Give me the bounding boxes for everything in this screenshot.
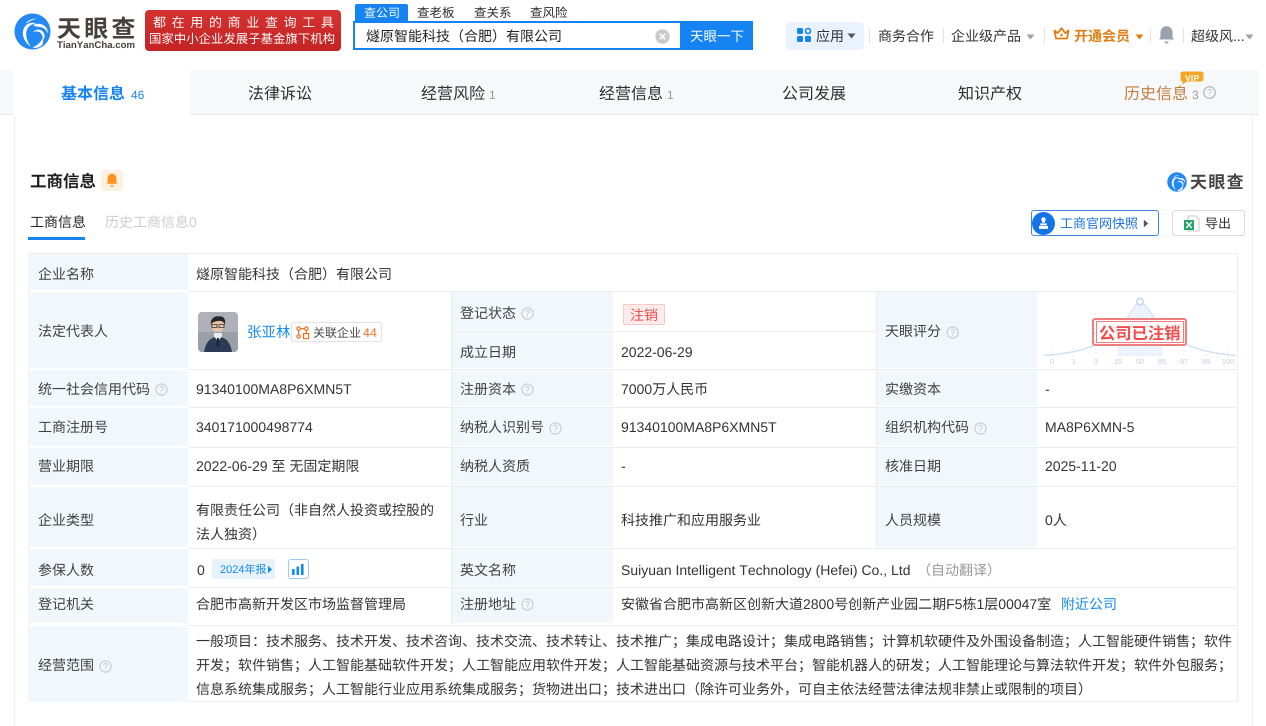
svg-text:?: ? xyxy=(525,385,530,395)
svg-text:?: ? xyxy=(525,600,530,610)
svg-text:?: ? xyxy=(103,661,108,671)
svg-text:?: ? xyxy=(950,327,955,337)
svg-text:?: ? xyxy=(525,309,530,319)
svg-text:?: ? xyxy=(1207,87,1212,97)
svg-text:0: 0 xyxy=(1050,357,1054,366)
svg-text:99: 99 xyxy=(1202,357,1210,366)
svg-text:50: 50 xyxy=(1136,357,1144,366)
svg-text:100: 100 xyxy=(1222,357,1235,366)
svg-text:15: 15 xyxy=(1114,357,1122,366)
svg-text:3: 3 xyxy=(1094,357,1098,366)
svg-text:1: 1 xyxy=(1072,357,1076,366)
svg-text:?: ? xyxy=(553,423,558,433)
svg-text:97: 97 xyxy=(1180,357,1188,366)
svg-text:85: 85 xyxy=(1158,357,1166,366)
svg-text:?: ? xyxy=(159,385,164,395)
svg-text:?: ? xyxy=(978,423,983,433)
